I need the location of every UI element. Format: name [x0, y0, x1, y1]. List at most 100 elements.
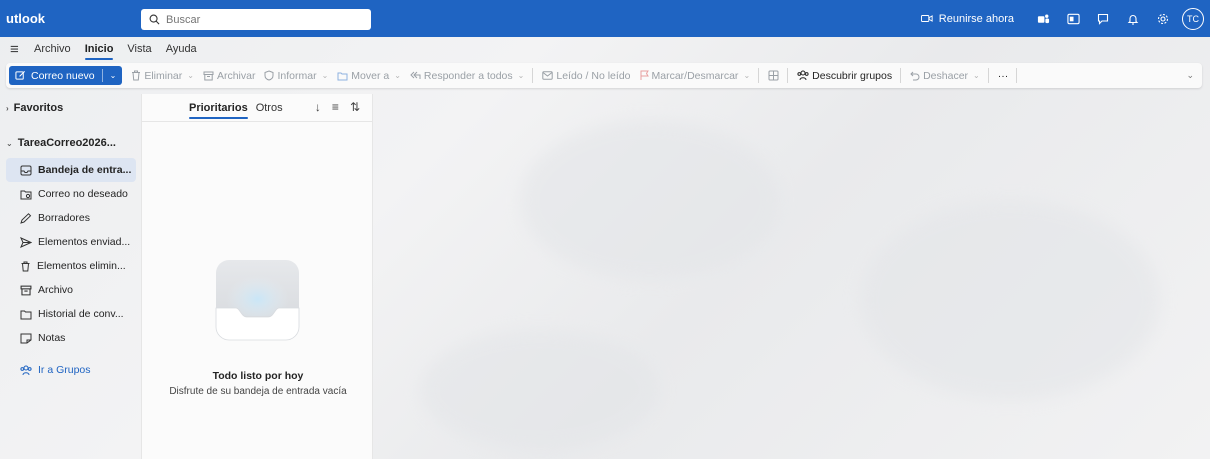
- folder-sent[interactable]: Elementos enviad...: [0, 230, 140, 254]
- folder-notes[interactable]: Notas: [0, 326, 140, 350]
- tab-archivo[interactable]: Archivo: [34, 43, 71, 55]
- junk-icon: [20, 190, 32, 199]
- folder-label: Archivo: [38, 284, 74, 296]
- folder-label: Elementos enviad...: [38, 236, 131, 248]
- reply-all-icon: [410, 71, 421, 79]
- meet-now-button[interactable]: Reunirse ahora: [920, 12, 1014, 25]
- discover-groups-label: Descubrir grupos: [812, 69, 893, 82]
- tab-inicio[interactable]: Inicio: [84, 43, 113, 60]
- meet-now-label: Reunirse ahora: [938, 12, 1014, 25]
- folder-pane: › Favoritos ⌄ TareaCorreo2026... Bandeja…: [0, 94, 140, 459]
- inbox-icon: [20, 165, 32, 175]
- background-blossom: [520, 120, 780, 280]
- flag-icon: [640, 70, 649, 80]
- grid-view-icon: [768, 70, 779, 81]
- bell-icon: [1127, 14, 1139, 25]
- folder-inbox[interactable]: Bandeja de entra...: [6, 158, 136, 182]
- undo-button[interactable]: Deshacer ⌄: [910, 70, 980, 82]
- account-label: TareaCorreo2026...: [17, 137, 116, 149]
- compose-icon: [15, 71, 25, 80]
- ribbon-expand-chevron-icon[interactable]: ⌄: [1186, 70, 1194, 81]
- note-icon: [20, 333, 32, 343]
- jump-down-arrow-icon[interactable]: ↓: [315, 100, 321, 114]
- empty-state-title: Todo listo por hoy: [212, 370, 304, 382]
- reply-all-button[interactable]: Responder a todos ⌄: [410, 70, 524, 82]
- go-to-groups-label: Ir a Grupos: [38, 364, 91, 376]
- flag-button[interactable]: Marcar/Desmarcar ⌄: [640, 69, 750, 82]
- feedback-button[interactable]: [1088, 0, 1118, 37]
- search-input[interactable]: [166, 13, 356, 26]
- read-unread-label: Leído / No leído: [556, 69, 631, 82]
- discover-groups-button[interactable]: Descubrir grupos: [797, 70, 892, 82]
- folder-archive[interactable]: Archivo: [0, 278, 140, 302]
- read-unread-button[interactable]: Leído / No leído: [542, 69, 631, 82]
- tab-other[interactable]: Otros: [256, 102, 283, 114]
- go-to-groups-link[interactable]: Ir a Grupos: [0, 358, 140, 382]
- message-list-header: Prioritarios Otros ↓ ≡ ⇅: [142, 94, 372, 122]
- teams-button[interactable]: [1028, 0, 1058, 37]
- undo-icon: [910, 71, 920, 80]
- settings-button[interactable]: [1148, 0, 1178, 37]
- folder-junk[interactable]: Correo no deseado: [0, 182, 140, 206]
- avatar[interactable]: TC: [1182, 7, 1204, 30]
- shield-icon: [264, 70, 274, 81]
- video-camera-icon: [920, 15, 933, 22]
- trash-icon: [132, 70, 141, 81]
- delete-button[interactable]: Eliminar ⌄: [131, 70, 194, 82]
- folder-conversation-history[interactable]: Historial de conv...: [0, 302, 140, 326]
- move-to-label: Mover a: [351, 69, 390, 82]
- filter-icon[interactable]: ≡: [332, 100, 339, 114]
- divider: [900, 68, 902, 83]
- sort-icon[interactable]: ⇅: [350, 100, 360, 114]
- divider: [987, 68, 989, 83]
- folder-label: Borradores: [38, 212, 90, 224]
- ribbon-toolbar: Correo nuevo ⌄ Eliminar ⌄ Archivar Inform…: [6, 63, 1202, 88]
- undo-label: Deshacer: [923, 69, 969, 82]
- archive-label: Archivar: [216, 69, 256, 82]
- tab-focused[interactable]: Prioritarios: [189, 102, 248, 119]
- archive-icon: [20, 285, 32, 295]
- send-icon: [20, 236, 32, 248]
- ribbon-tabs: ≡ Archivo Inicio Vista Ayuda: [0, 37, 1210, 61]
- folder-icon: [20, 310, 32, 319]
- people-group-icon: [20, 365, 32, 375]
- chevron-right-icon: ›: [6, 103, 9, 113]
- message-list-pane: Prioritarios Otros ↓ ≡ ⇅ Todo listo por …: [141, 94, 373, 459]
- hamburger-menu-icon[interactable]: ≡: [0, 41, 34, 58]
- archive-button[interactable]: Archivar: [203, 69, 256, 82]
- background-blossom: [420, 330, 660, 450]
- favorites-section[interactable]: › Favoritos: [0, 94, 140, 122]
- divider: [532, 68, 534, 83]
- folder-label: Notas: [38, 332, 66, 344]
- chevron-down-icon: ⌄: [6, 138, 13, 148]
- folder-deleted[interactable]: Elementos elimin...: [0, 254, 140, 278]
- more-options-button[interactable]: ···: [998, 70, 1009, 82]
- draft-pencil-icon: [20, 212, 32, 224]
- folder-label: Historial de conv...: [38, 308, 124, 320]
- office-icon: [1066, 13, 1080, 24]
- app-brand[interactable]: utlook: [0, 11, 140, 26]
- tab-ayuda[interactable]: Ayuda: [166, 43, 197, 55]
- trash-icon: [21, 261, 30, 271]
- tab-vista[interactable]: Vista: [127, 43, 151, 55]
- move-to-button[interactable]: Mover a ⌄: [337, 70, 401, 82]
- flag-label: Marcar/Desmarcar: [651, 69, 739, 82]
- archive-icon: [203, 71, 214, 80]
- folder-drafts[interactable]: Borradores: [0, 206, 140, 230]
- report-button[interactable]: Informar ⌄: [264, 70, 328, 82]
- chevron-down-icon[interactable]: ⌄: [110, 71, 117, 80]
- people-group-icon: [797, 70, 809, 81]
- favorites-label: Favoritos: [13, 102, 64, 114]
- account-section[interactable]: ⌄ TareaCorreo2026...: [0, 128, 140, 158]
- office-apps-button[interactable]: [1058, 0, 1088, 37]
- folder-label: Correo no deseado: [38, 188, 128, 200]
- search-box[interactable]: [141, 9, 371, 30]
- divider: [758, 68, 760, 83]
- search-icon: [149, 14, 160, 25]
- new-mail-button[interactable]: Correo nuevo ⌄: [9, 66, 123, 85]
- reply-all-label: Responder a todos: [423, 69, 513, 82]
- view-toggle-button[interactable]: [768, 70, 779, 81]
- top-bar: utlook Reunirse ahora TC: [0, 0, 1210, 37]
- notifications-button[interactable]: [1118, 0, 1148, 37]
- teams-icon: [1037, 14, 1049, 23]
